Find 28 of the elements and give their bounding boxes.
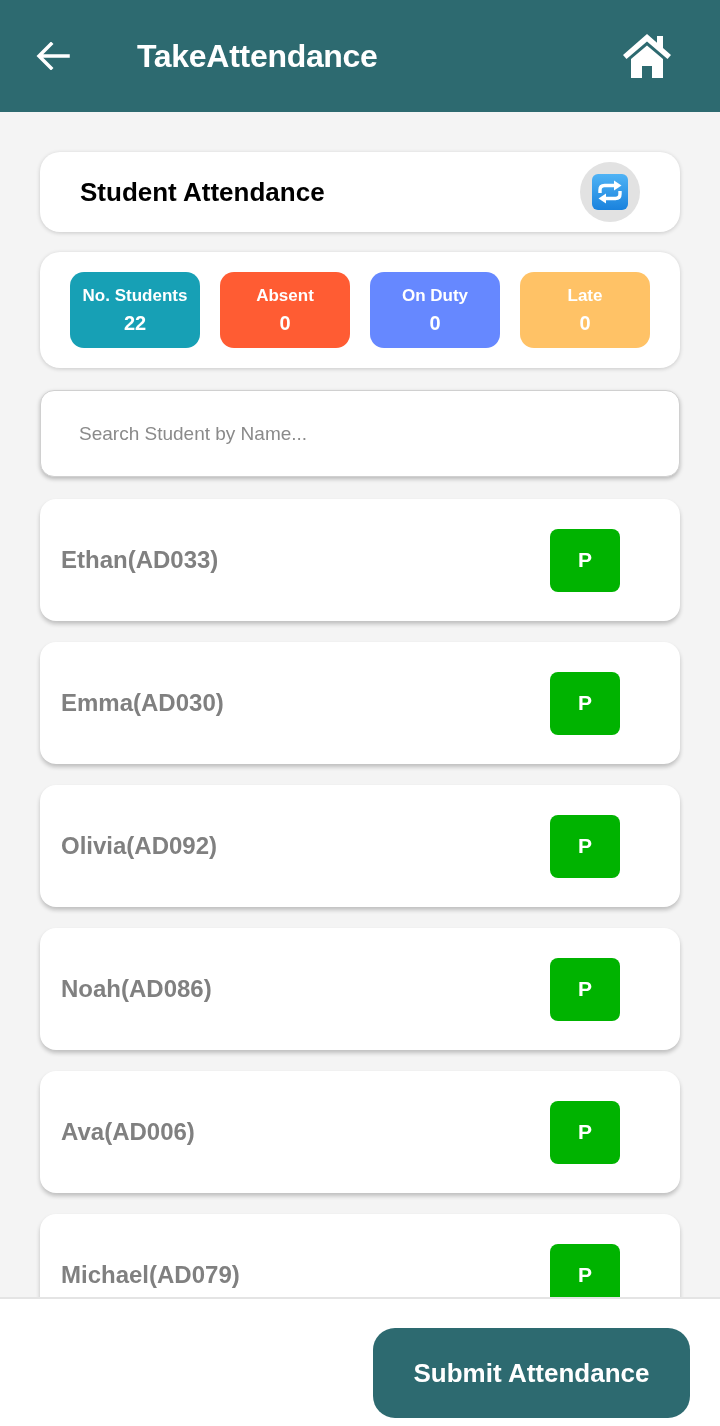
student-name: Emma(AD030) [61, 688, 224, 718]
student-name: Noah(AD086) [61, 974, 212, 1004]
card-title: Student Attendance [80, 175, 325, 209]
present-button[interactable]: P [550, 1100, 620, 1164]
present-button[interactable]: P [550, 814, 620, 878]
student-name: Michael(AD079) [61, 1260, 240, 1290]
student-name: Ethan(AD033) [61, 545, 219, 575]
present-button[interactable]: P [550, 528, 620, 592]
stat-label: No. Students [82, 285, 188, 307]
refresh-icon [592, 174, 628, 210]
header-title: TakeAttendance [137, 37, 378, 76]
home-icon[interactable] [622, 33, 672, 79]
stat-label: Absent [256, 285, 314, 307]
stat-value: 0 [429, 311, 441, 335]
student-name: Olivia(AD092) [61, 831, 218, 861]
back-arrow-icon[interactable] [36, 42, 70, 70]
stat-value: 22 [123, 311, 147, 335]
stat-label: On Duty [401, 285, 469, 307]
present-button[interactable]: P [550, 1243, 620, 1297]
stat-label: Late [567, 285, 603, 307]
stat-value: 0 [579, 311, 591, 335]
refresh-button[interactable] [580, 162, 640, 222]
search-field[interactable]: Search Student by Name... [40, 390, 680, 477]
submit-attendance-button[interactable]: Submit Attendance [373, 1328, 690, 1418]
stat-value: 0 [279, 311, 291, 335]
present-button[interactable]: P [550, 671, 620, 735]
student-name: Ava(AD006) [61, 1117, 195, 1147]
present-button[interactable]: P [550, 957, 620, 1021]
